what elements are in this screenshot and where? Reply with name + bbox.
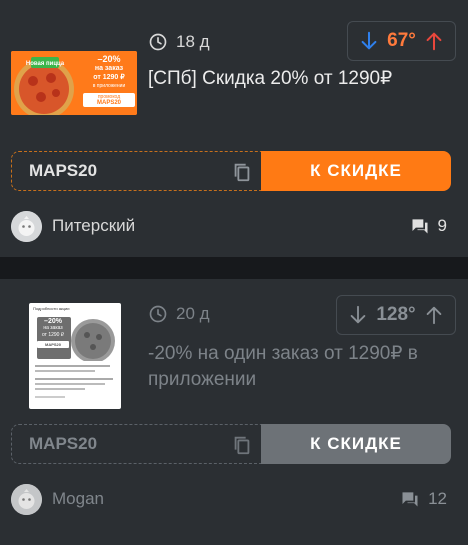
copy-icon[interactable] bbox=[231, 161, 253, 183]
vote-up-icon[interactable] bbox=[423, 30, 445, 52]
thumb-offer-text: –20% на заказ от 1290 ₽ в приложении про… bbox=[83, 55, 135, 107]
deal-thumbnail[interactable]: Новая пицца –20% на заказ от 1290 ₽ в пр… bbox=[11, 51, 137, 115]
card-separator bbox=[0, 257, 468, 279]
thumb-badge-text: Новая пицца bbox=[26, 61, 65, 67]
deal-title[interactable]: [СПб] Скидка 20% от 1290₽ bbox=[148, 66, 448, 92]
post-footer: Питерский 9 bbox=[11, 210, 447, 242]
thumb-header-text: Подробности акции bbox=[33, 306, 70, 311]
go-to-deal-button[interactable]: К СКИДКЕ bbox=[261, 151, 451, 191]
promo-row: MAPS20 К СКИДКЕ bbox=[11, 151, 451, 191]
post-age-text: 20 д bbox=[176, 304, 210, 323]
copy-icon[interactable] bbox=[231, 434, 253, 456]
comments-count[interactable]: 12 bbox=[400, 489, 447, 509]
post-age: 20 д bbox=[148, 304, 210, 324]
post-age-text: 18 д bbox=[176, 32, 210, 51]
deal-title[interactable]: -20% на один заказ от 1290₽ в приложении bbox=[148, 341, 438, 393]
deal-card[interactable]: Подробности акции –20% на заказ от 1290 … bbox=[0, 279, 468, 545]
vote-score: 128° bbox=[376, 304, 416, 325]
vote-up-icon[interactable] bbox=[423, 304, 445, 326]
go-to-deal-button[interactable]: К СКИДКЕ bbox=[261, 424, 451, 464]
promo-row: MAPS20 К СКИДКЕ bbox=[11, 424, 451, 464]
avatar[interactable] bbox=[11, 483, 42, 515]
clock-icon bbox=[149, 33, 167, 51]
deal-thumbnail[interactable]: Подробности акции –20% на заказ от 1290 … bbox=[29, 303, 121, 409]
promo-code-text: MAPS20 bbox=[29, 434, 98, 453]
comments-count-text: 12 bbox=[428, 489, 447, 508]
post-footer: Mogan 12 bbox=[11, 483, 447, 515]
deal-card[interactable]: Новая пицца –20% на заказ от 1290 ₽ в пр… bbox=[0, 0, 468, 257]
comments-count[interactable]: 9 bbox=[410, 216, 447, 236]
avatar-icon bbox=[11, 483, 42, 515]
author-name[interactable]: Питерский bbox=[52, 216, 135, 236]
vote-down-icon[interactable] bbox=[347, 304, 369, 326]
clock-icon bbox=[149, 305, 167, 323]
avatar-icon bbox=[11, 210, 42, 242]
promo-code-text: MAPS20 bbox=[29, 161, 98, 180]
thumb-offer-text: –20% на заказ от 1290 ₽ MAPS20 bbox=[37, 318, 69, 348]
comment-icon bbox=[412, 219, 428, 234]
author-name[interactable]: Mogan bbox=[52, 489, 104, 509]
avatar[interactable] bbox=[11, 210, 42, 242]
vote-box: 128° bbox=[336, 295, 456, 335]
vote-score: 67° bbox=[387, 30, 416, 51]
vote-down-icon[interactable] bbox=[358, 30, 380, 52]
vote-box: 67° bbox=[347, 21, 456, 61]
promo-code-field[interactable]: MAPS20 bbox=[11, 424, 261, 464]
comment-icon bbox=[402, 492, 418, 507]
thumb-fine-print bbox=[35, 365, 115, 398]
promo-code-field[interactable]: MAPS20 bbox=[11, 151, 261, 191]
comments-count-text: 9 bbox=[437, 216, 447, 235]
post-age: 18 д bbox=[148, 32, 210, 52]
